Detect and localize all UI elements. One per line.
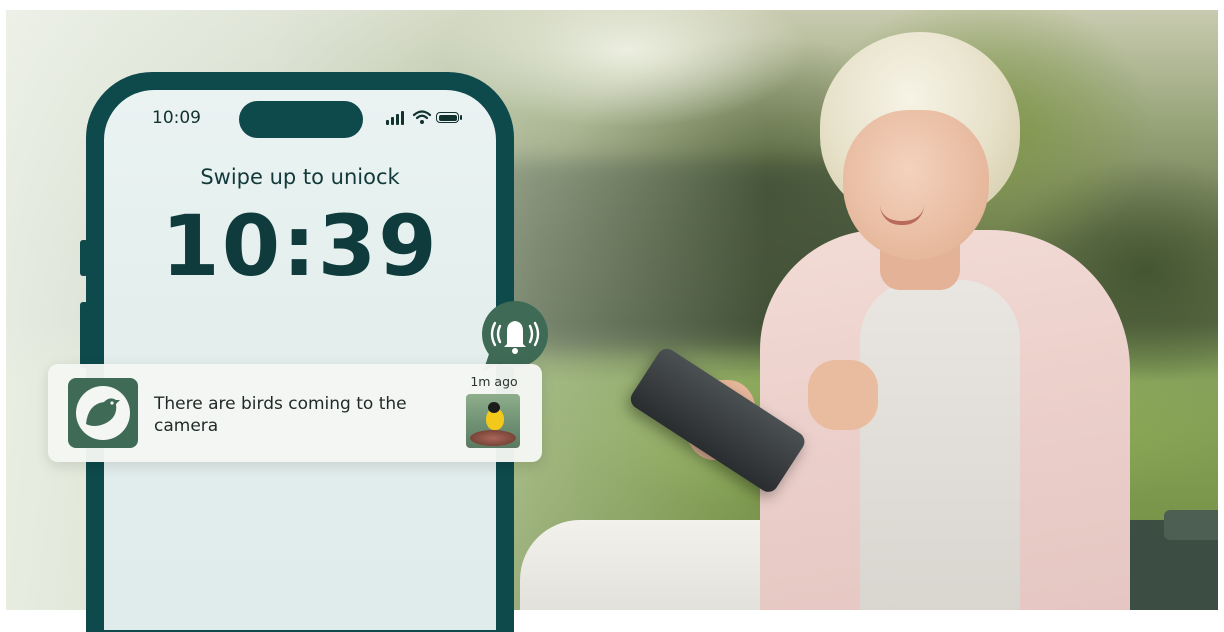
- app-icon: [68, 378, 138, 448]
- feeder-tray: [470, 430, 516, 446]
- cellular-signal-icon: [386, 109, 408, 127]
- bird-feeder-thumbnail: [466, 394, 520, 448]
- battery-icon: [436, 112, 459, 123]
- battery-tip: [460, 115, 462, 120]
- status-bar-time: 10:09: [152, 108, 201, 128]
- goldfinch-head: [488, 402, 500, 413]
- notification-message: There are birds coming to the camera: [154, 394, 407, 436]
- lock-screen-clock: 10:39: [161, 197, 439, 295]
- wifi-icon: [412, 110, 432, 124]
- garden-bench-armrest: [1164, 510, 1218, 540]
- swipe-up-hint: Swipe up to uniock: [200, 165, 400, 189]
- bird-icon: [86, 398, 120, 426]
- phone-action-button: [80, 240, 88, 276]
- dynamic-island: [239, 101, 363, 138]
- status-bar-icons: [386, 109, 466, 129]
- phone-volume-button: [80, 302, 88, 368]
- notification-time: 1m ago: [470, 374, 518, 389]
- ringing-bell-icon: [482, 301, 548, 372]
